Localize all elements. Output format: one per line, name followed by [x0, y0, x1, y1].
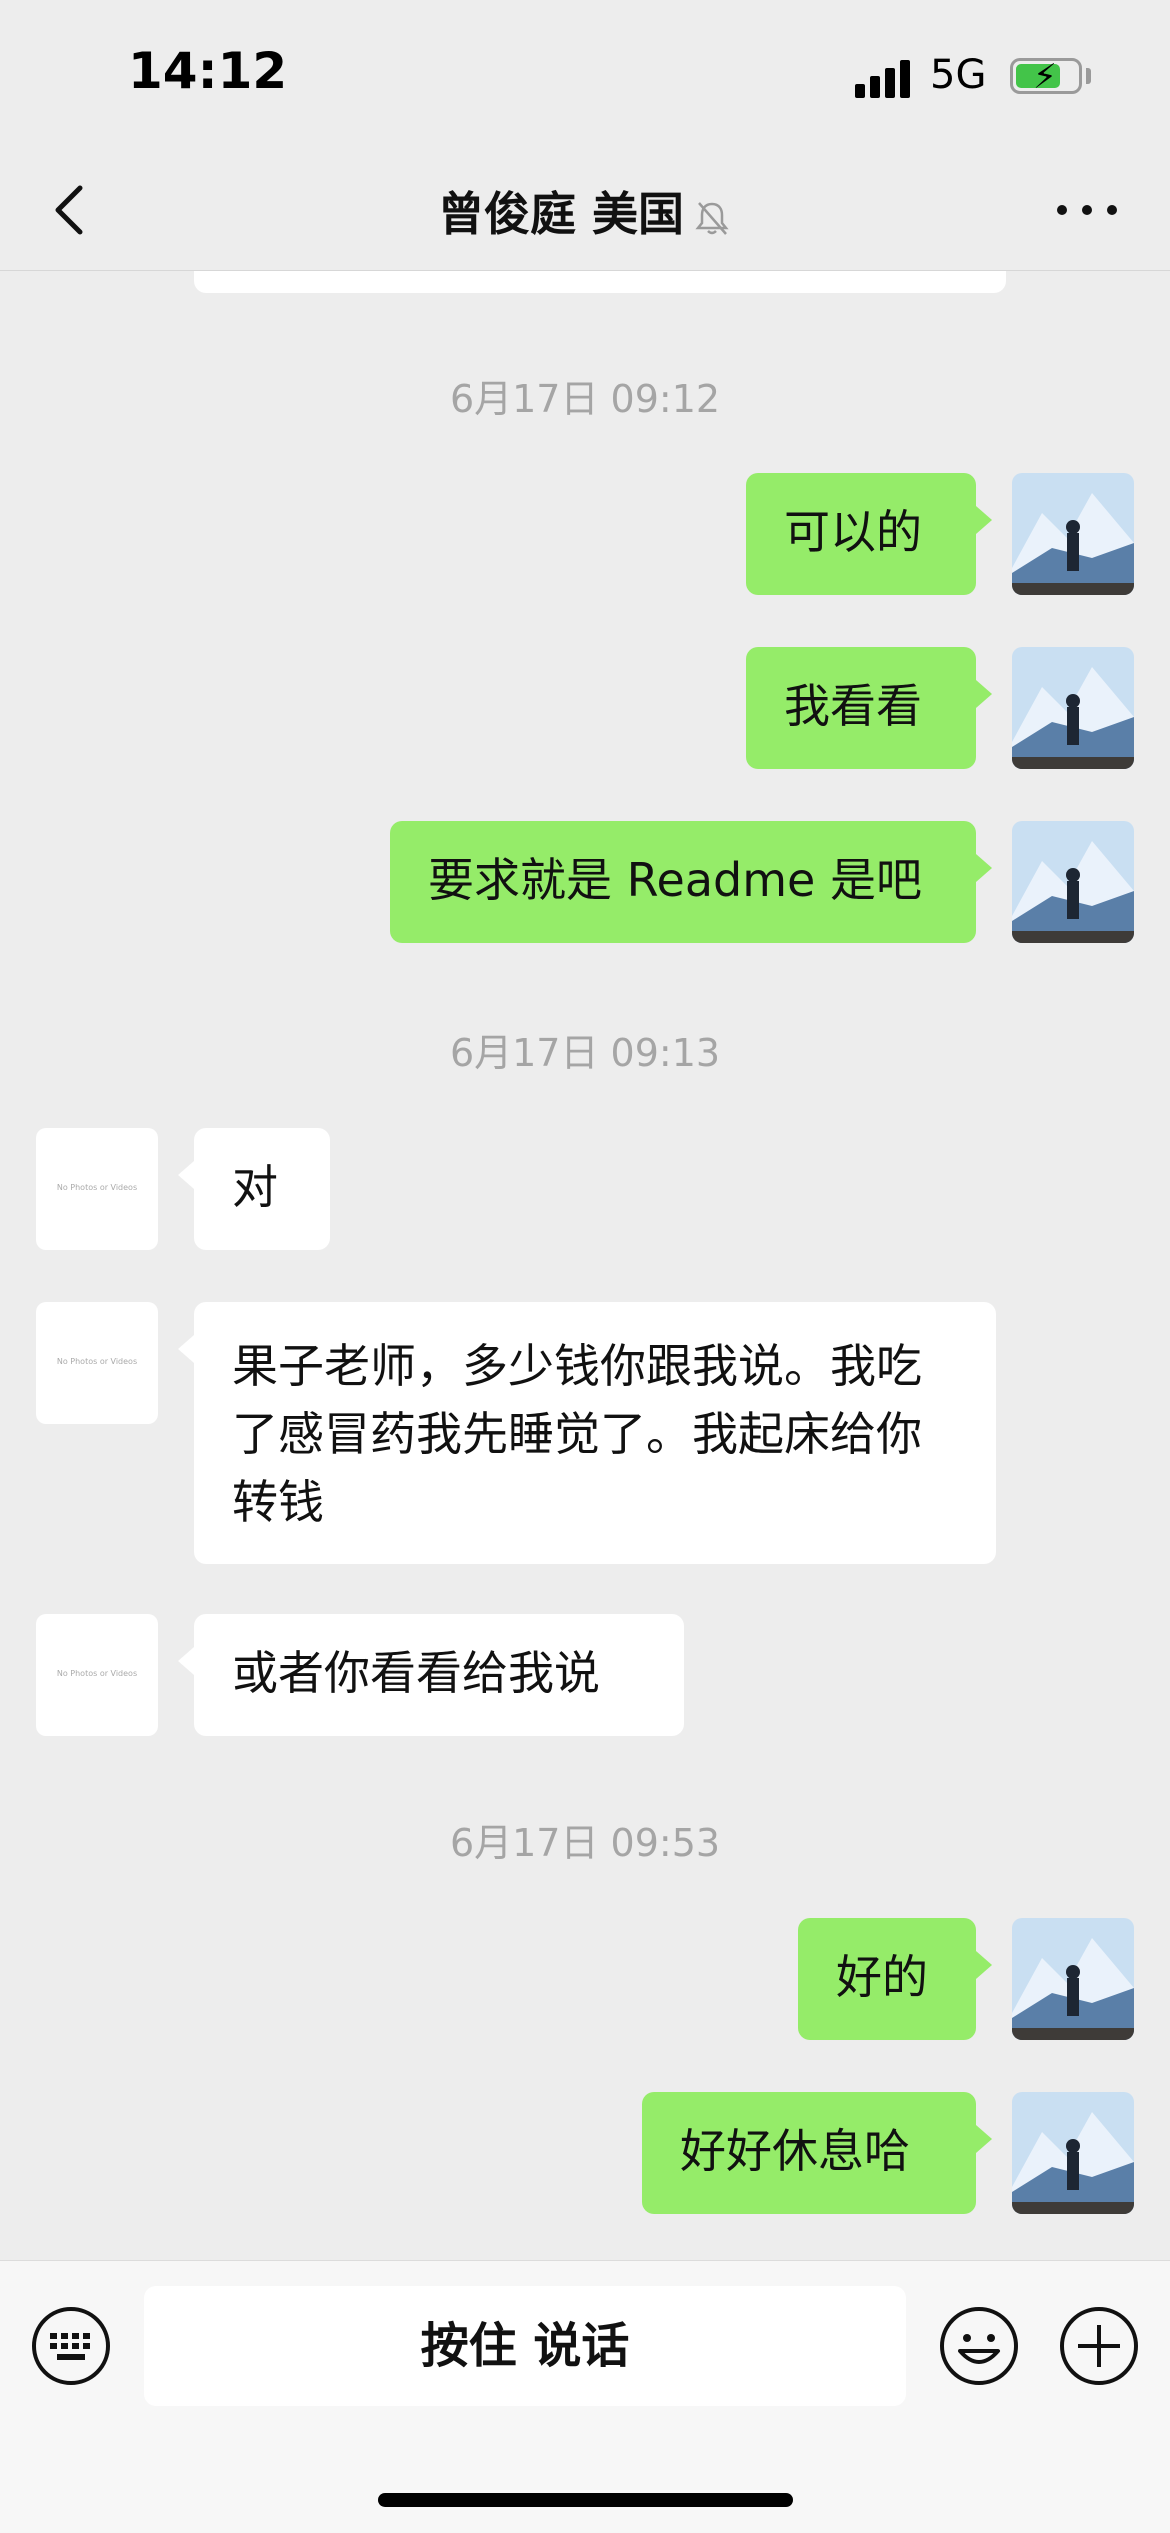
- status-time: 14:12: [128, 42, 288, 100]
- signal-icon: [855, 58, 915, 98]
- message-bubble-self[interactable]: 好好休息哈: [642, 2092, 976, 2214]
- message-bubble-self[interactable]: 我看看: [746, 647, 976, 769]
- avatar-placeholder-text: No Photos or Videos: [56, 1669, 138, 1678]
- timestamp: 6月17日 09:13: [449, 1031, 721, 1075]
- plus-icon[interactable]: [1058, 2305, 1140, 2387]
- chat-message-list[interactable]: 6月17日 09:12 可以的 我看看 要求就是 Readme 是吧 6月17日…: [0, 271, 1170, 2259]
- more-options-icon[interactable]: [1052, 200, 1122, 220]
- keyboard-icon[interactable]: [30, 2305, 112, 2387]
- emoji-icon[interactable]: [938, 2305, 1020, 2387]
- message-bubble-contact[interactable]: 或者你看看给我说: [194, 1614, 684, 1736]
- avatar-contact[interactable]: No Photos or Videos: [36, 1302, 158, 1424]
- home-indicator[interactable]: [378, 2493, 793, 2507]
- message-bubble-partial: [194, 271, 1006, 293]
- network-type: 5G: [930, 52, 987, 98]
- battery-cap: [1086, 68, 1091, 84]
- message-bubble-self[interactable]: 可以的: [746, 473, 976, 595]
- hold-to-talk-button[interactable]: 按住 说话: [144, 2286, 906, 2406]
- message-bubble-contact[interactable]: 对: [194, 1128, 330, 1250]
- avatar-placeholder-text: No Photos or Videos: [56, 1183, 138, 1192]
- avatar-contact[interactable]: No Photos or Videos: [36, 1614, 158, 1736]
- message-bubble-self[interactable]: 好的: [798, 1918, 976, 2040]
- avatar-self[interactable]: [1012, 473, 1134, 595]
- message-bubble-contact[interactable]: 果子老师，多少钱你跟我说。我吃了感冒药我先睡觉了。我起床给你转钱: [194, 1302, 996, 1564]
- avatar-self[interactable]: [1012, 2092, 1134, 2214]
- input-bar: 按住 说话: [0, 2260, 1170, 2533]
- avatar-placeholder-text: No Photos or Videos: [56, 1357, 138, 1366]
- chat-title: 曾俊庭 美国: [0, 178, 1170, 244]
- contact-name: 曾俊庭 美国: [437, 187, 684, 241]
- timestamp: 6月17日 09:12: [449, 377, 721, 421]
- avatar-self[interactable]: [1012, 821, 1134, 943]
- timestamp: 6月17日 09:53: [449, 1821, 721, 1865]
- avatar-self[interactable]: [1012, 647, 1134, 769]
- avatar-self[interactable]: [1012, 1918, 1134, 2040]
- battery-icon: ⚡: [1010, 57, 1082, 97]
- avatar-contact[interactable]: No Photos or Videos: [36, 1128, 158, 1250]
- message-bubble-self[interactable]: 要求就是 Readme 是吧: [390, 821, 976, 943]
- mute-bell-icon: [695, 201, 729, 235]
- status-bar: 14:12 5G ⚡: [0, 0, 1170, 150]
- chat-header: 曾俊庭 美国: [0, 150, 1170, 271]
